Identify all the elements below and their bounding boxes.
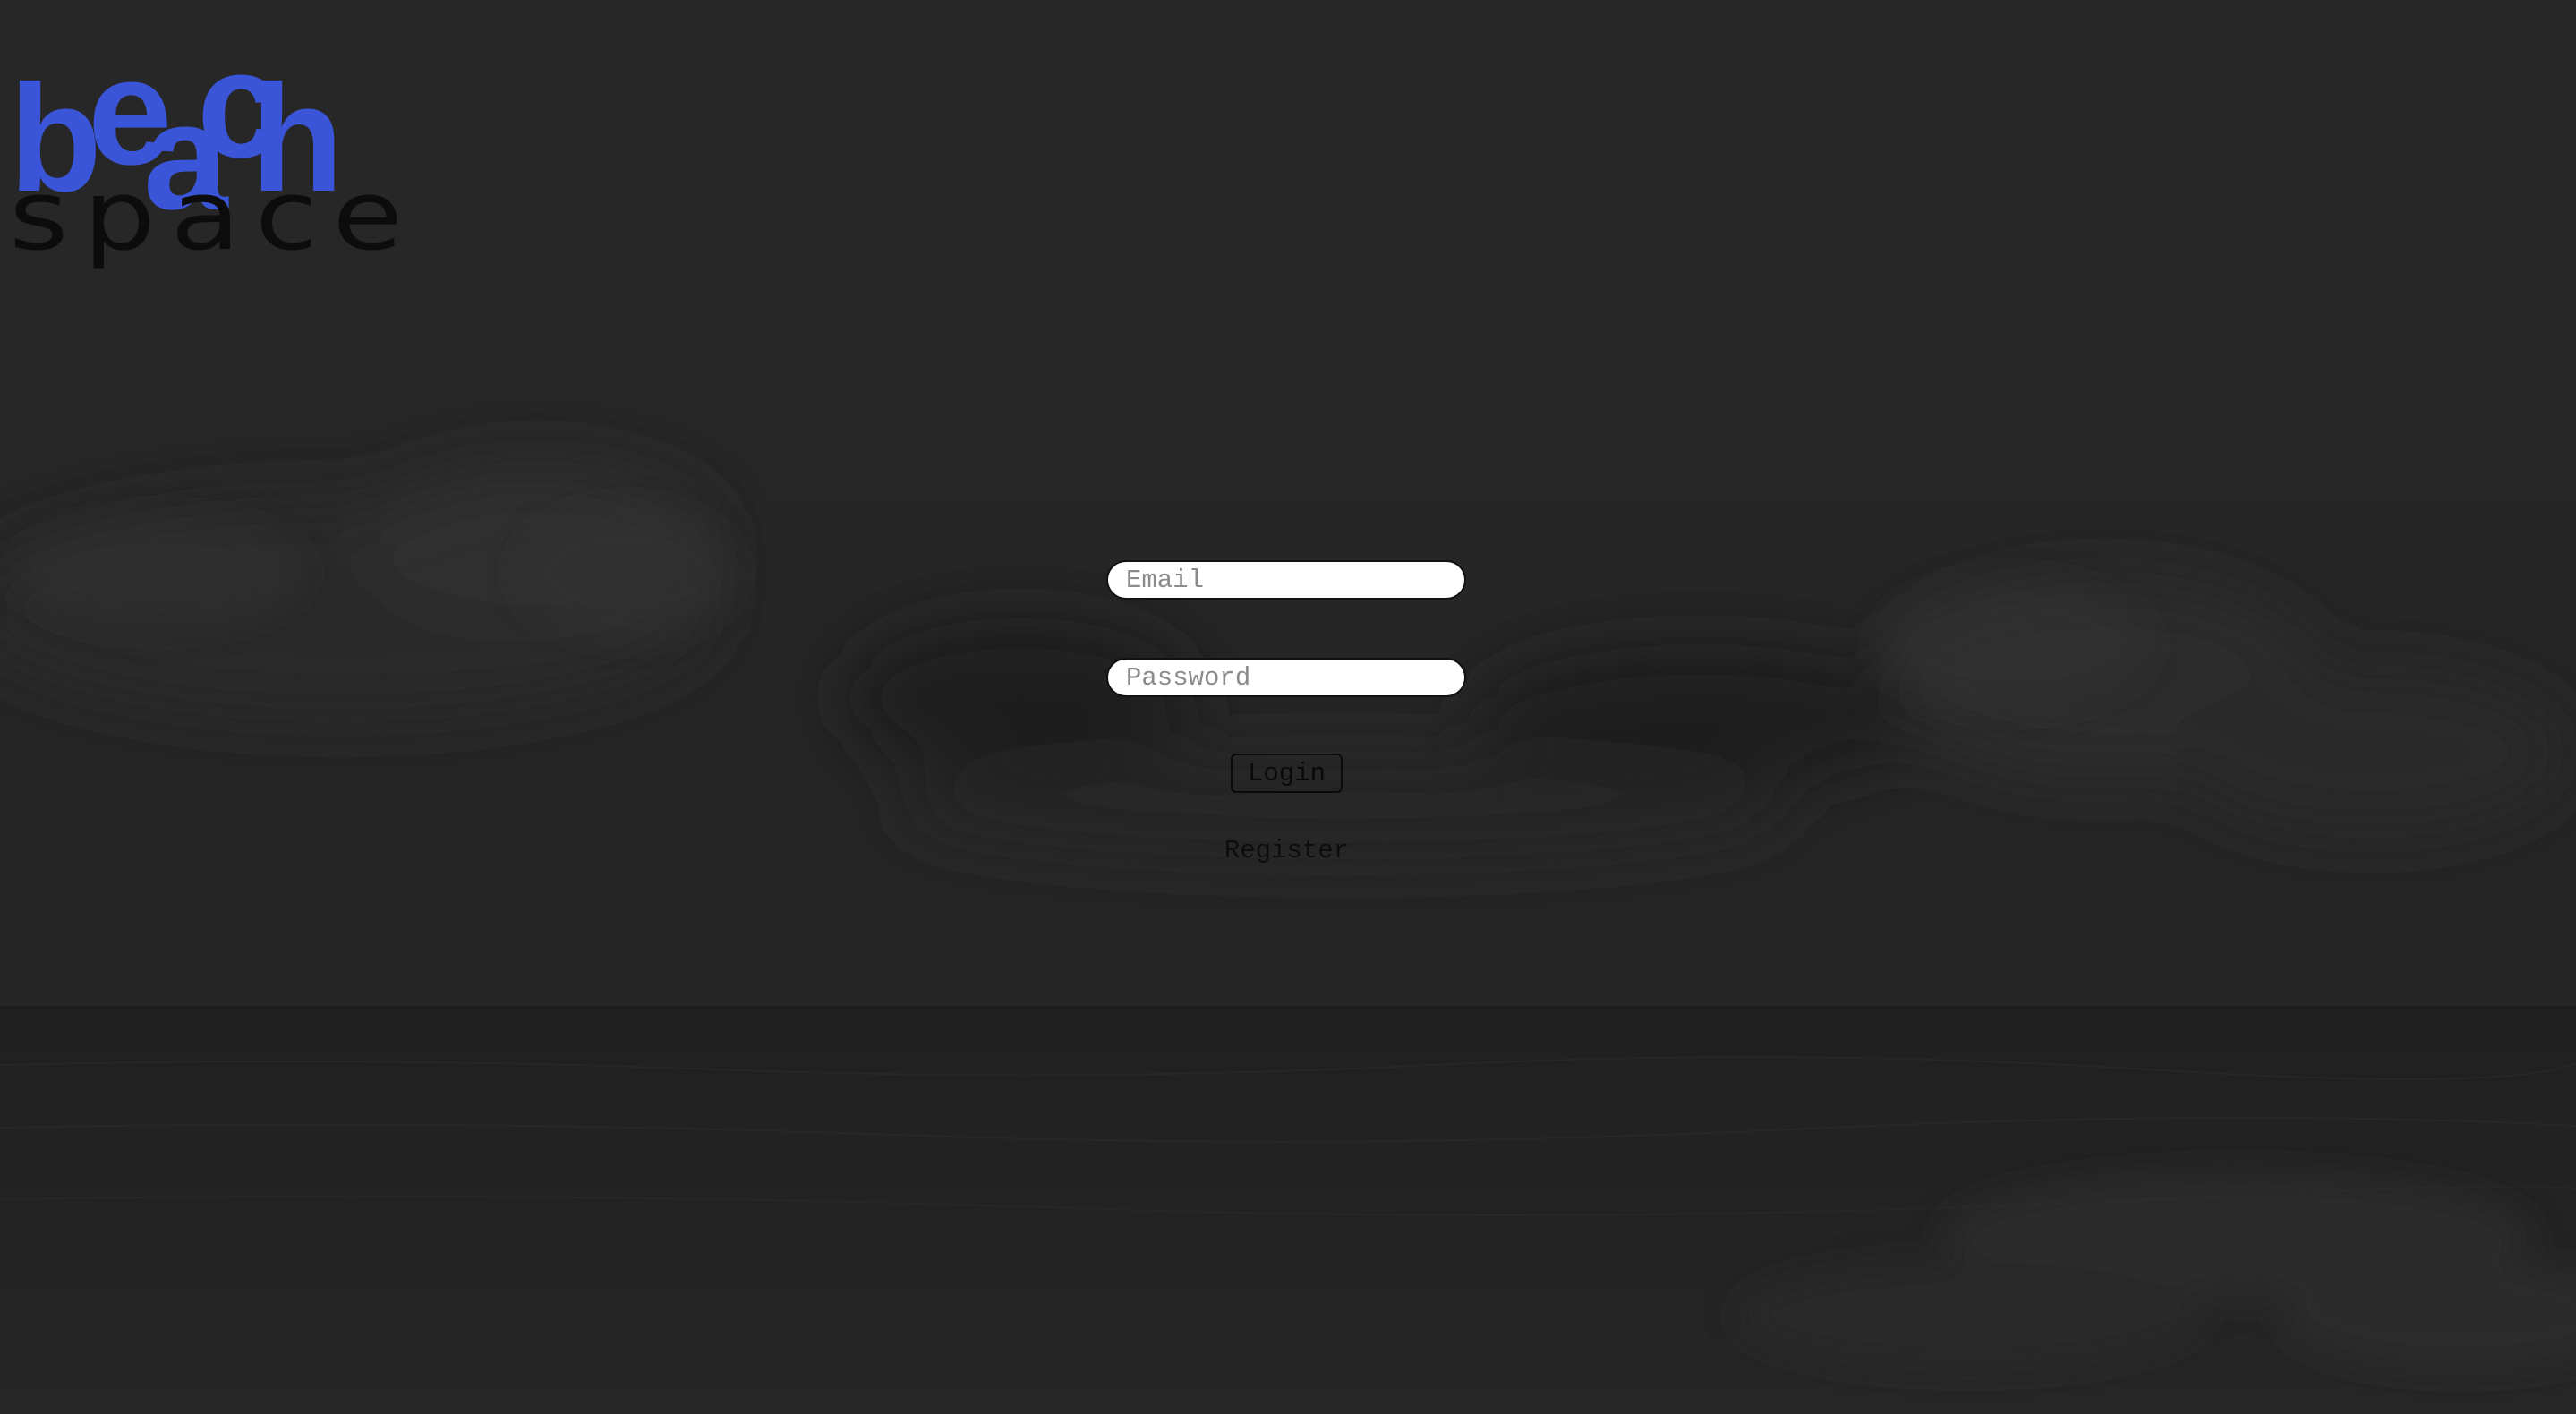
register-link[interactable]: Register xyxy=(1164,836,1410,865)
login-page: b e a c h space Login Register xyxy=(0,0,2576,1414)
password-field[interactable] xyxy=(1106,658,1466,697)
brand-logo[interactable]: b e a c h space xyxy=(9,29,403,265)
login-button[interactable]: Login xyxy=(1231,754,1343,793)
email-field[interactable] xyxy=(1106,560,1466,600)
logo-subtitle: space xyxy=(9,160,418,272)
